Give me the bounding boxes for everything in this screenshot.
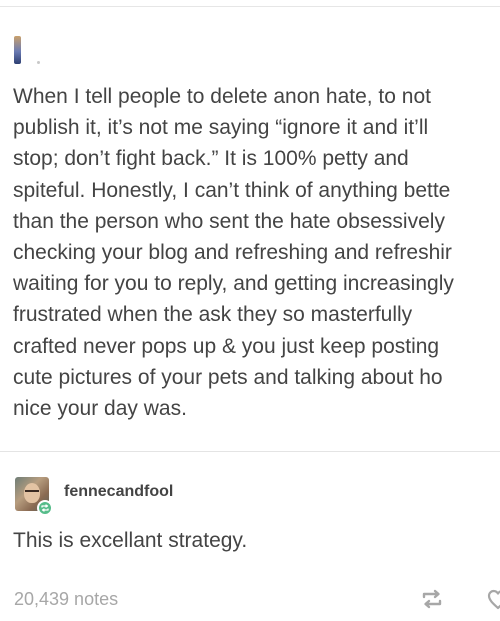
top-divider <box>0 6 500 7</box>
reblog-icon[interactable] <box>420 587 444 611</box>
reblog-comment: This is excellant strategy. <box>13 529 248 552</box>
avatar-indicator-dot <box>37 61 40 64</box>
original-poster-avatar[interactable] <box>14 36 21 64</box>
post-body-line: than the person who sent the hate obsess… <box>13 209 445 233</box>
post-body-line: stop; don’t fight back.” It is 100% pett… <box>13 147 409 171</box>
post-body-line: crafted never pops up & you just keep po… <box>13 334 440 358</box>
avatar-glasses <box>25 490 39 496</box>
post-body: When I tell people to delete anon hate, … <box>13 81 500 424</box>
post-body-line: When I tell people to delete anon hate, … <box>13 85 431 108</box>
post-body-line: cute pictures of your pets and talking a… <box>13 365 443 389</box>
post-body-line: frustrated when the ask they so masterfu… <box>13 303 413 327</box>
reblog-divider <box>0 451 500 452</box>
post-body-line: nice your day was. <box>13 396 187 420</box>
post-body-line: publish it, it’s not me saying “ignore i… <box>13 116 429 140</box>
reblog-arrows-icon <box>41 504 49 512</box>
post-body-line: checking your blog and refreshing and re… <box>13 240 452 264</box>
post-body-line: spiteful. Honestly, I can’t think of any… <box>13 178 451 202</box>
heart-icon[interactable] <box>486 587 500 611</box>
reblog-badge-icon <box>37 500 53 516</box>
notes-count[interactable]: 20,439 notes <box>14 589 118 610</box>
reblogger-username[interactable]: fennecandfool <box>64 483 173 501</box>
post-body-line: waiting for you to reply, and getting in… <box>13 272 454 296</box>
